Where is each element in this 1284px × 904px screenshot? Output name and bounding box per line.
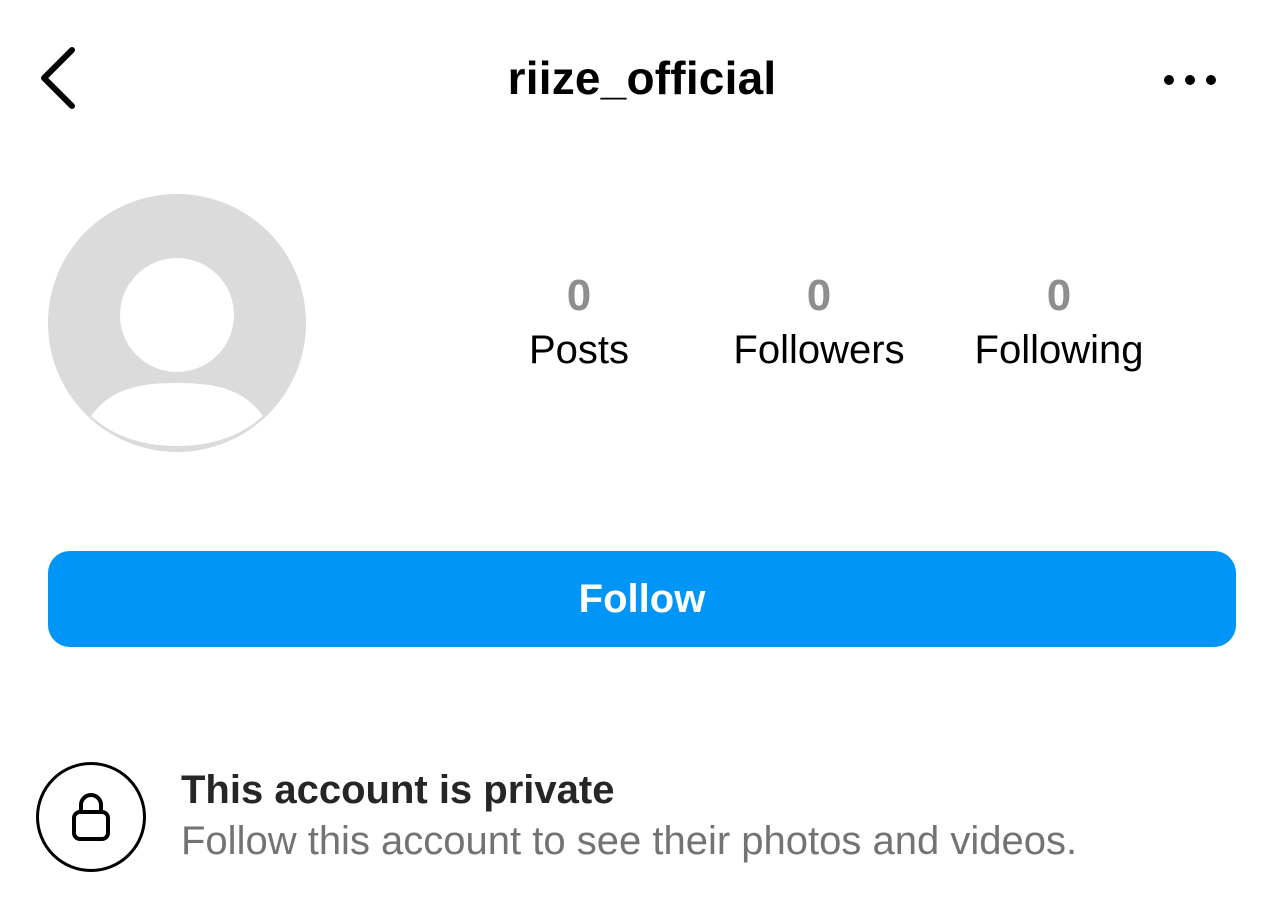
following-count: 0 [1046, 271, 1072, 320]
lock-icon [72, 793, 110, 841]
posts-count: 0 [566, 271, 592, 320]
posts-label: Posts [528, 328, 630, 372]
private-account-notice: This account is private Follow this acco… [0, 740, 1284, 900]
follow-button[interactable]: Follow [48, 551, 1236, 647]
lock-badge [36, 762, 146, 872]
more-horizontal-icon [1164, 75, 1216, 85]
more-options-button[interactable] [1150, 52, 1230, 108]
following-label: Following [974, 328, 1144, 372]
private-account-title: This account is private [181, 768, 615, 812]
profile-username: riize_official [507, 52, 777, 104]
profile-stats: 0 Posts 0 Followers 0 Following [0, 268, 1284, 388]
followers-count: 0 [806, 271, 832, 320]
profile-header: riize_official [0, 0, 1284, 160]
followers-stat[interactable]: 0 Followers [722, 268, 916, 376]
followers-label: Followers [733, 328, 905, 372]
following-stat[interactable]: 0 Following [962, 268, 1156, 376]
private-account-subtitle: Follow this account to see their photos … [181, 819, 1078, 863]
posts-stat[interactable]: 0 Posts [520, 268, 638, 376]
